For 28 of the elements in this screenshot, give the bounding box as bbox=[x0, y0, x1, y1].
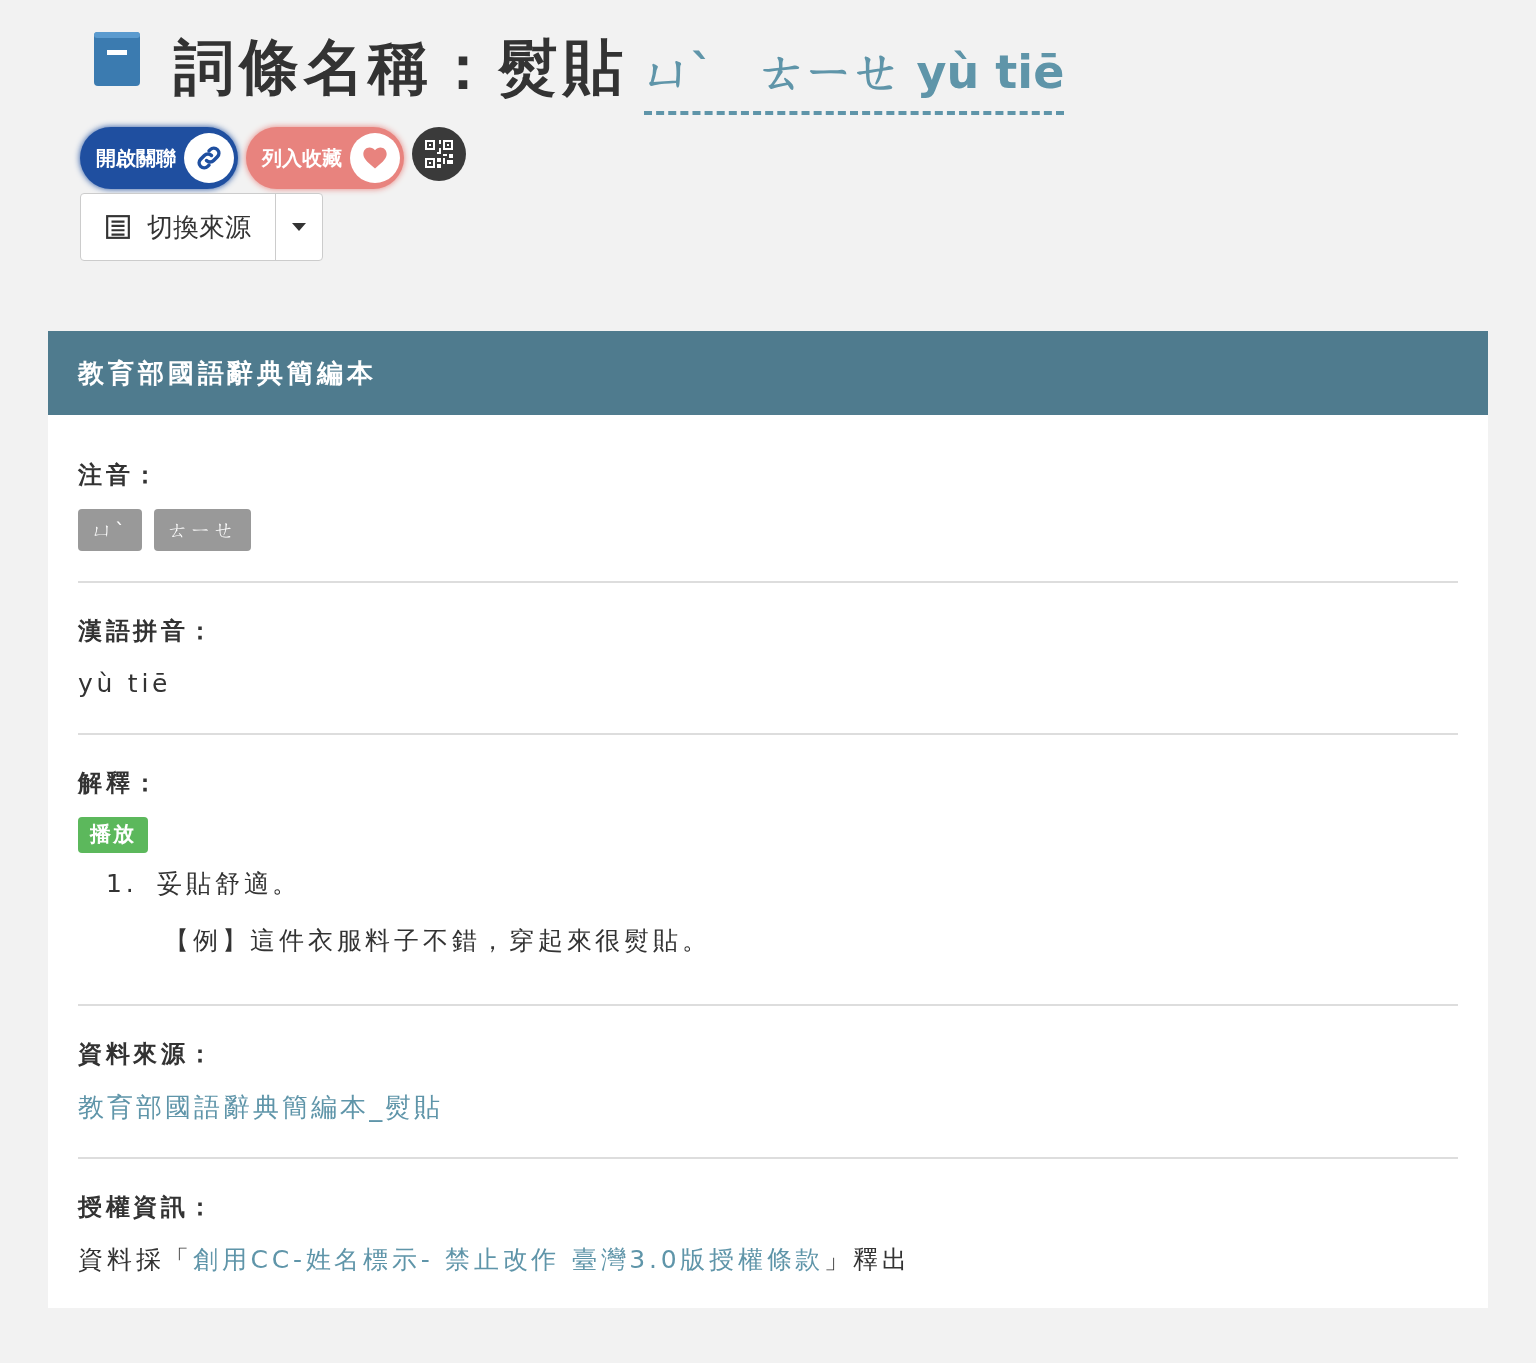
entry-title: 詞條名稱：熨貼 bbox=[174, 31, 628, 104]
pinyin-text: yù tiē bbox=[78, 668, 173, 700]
source-link[interactable]: 教育部國語辭典簡編本_熨貼 bbox=[78, 1087, 1458, 1127]
qr-code-button[interactable] bbox=[412, 127, 466, 181]
section-heading: 授權資訊： bbox=[78, 1191, 217, 1223]
open-relations-button[interactable]: 開啟關聯 bbox=[80, 127, 238, 189]
pronunciation-link[interactable]: ㄩˋ ㄊㄧㄝ yù tiē bbox=[643, 38, 1065, 115]
zhuyin-tag: ㄊㄧㄝ bbox=[154, 509, 251, 551]
list-icon bbox=[105, 214, 131, 240]
book-icon bbox=[92, 30, 142, 88]
section-heading: 資料來源： bbox=[78, 1038, 217, 1070]
example-sentence: 【例】這件衣服料子不錯，穿起來很熨貼。 bbox=[163, 925, 712, 957]
license-text: 資料採「創用CC-姓名標示- 禁止改作 臺灣3.0版授權條款」釋出 bbox=[78, 1243, 912, 1276]
section-heading: 漢語拼音： bbox=[78, 616, 217, 647]
play-button[interactable]: 播放 bbox=[78, 816, 149, 853]
license-link[interactable]: 創用CC-姓名標示- 禁止改作 臺灣3.0版授權條款 bbox=[193, 1244, 825, 1274]
add-favorite-button[interactable]: 列入收藏 bbox=[246, 127, 404, 189]
section-heading: 注音： bbox=[78, 460, 162, 491]
source-switch-dropdown[interactable]: 切換來源 bbox=[80, 193, 323, 261]
section-heading: 解釋： bbox=[78, 767, 162, 799]
panel-header: 教育部國語辭典簡編本 bbox=[48, 331, 1488, 415]
zhuyin-tag: ㄩˋ bbox=[78, 509, 142, 551]
definition-number: 1. bbox=[106, 867, 138, 900]
link-icon bbox=[184, 133, 234, 183]
source-switch-label: 切換來源 bbox=[147, 210, 251, 244]
qr-code-icon bbox=[423, 138, 455, 170]
definition-text: 妥貼舒適。 bbox=[157, 867, 302, 900]
caret-icon bbox=[292, 223, 306, 231]
